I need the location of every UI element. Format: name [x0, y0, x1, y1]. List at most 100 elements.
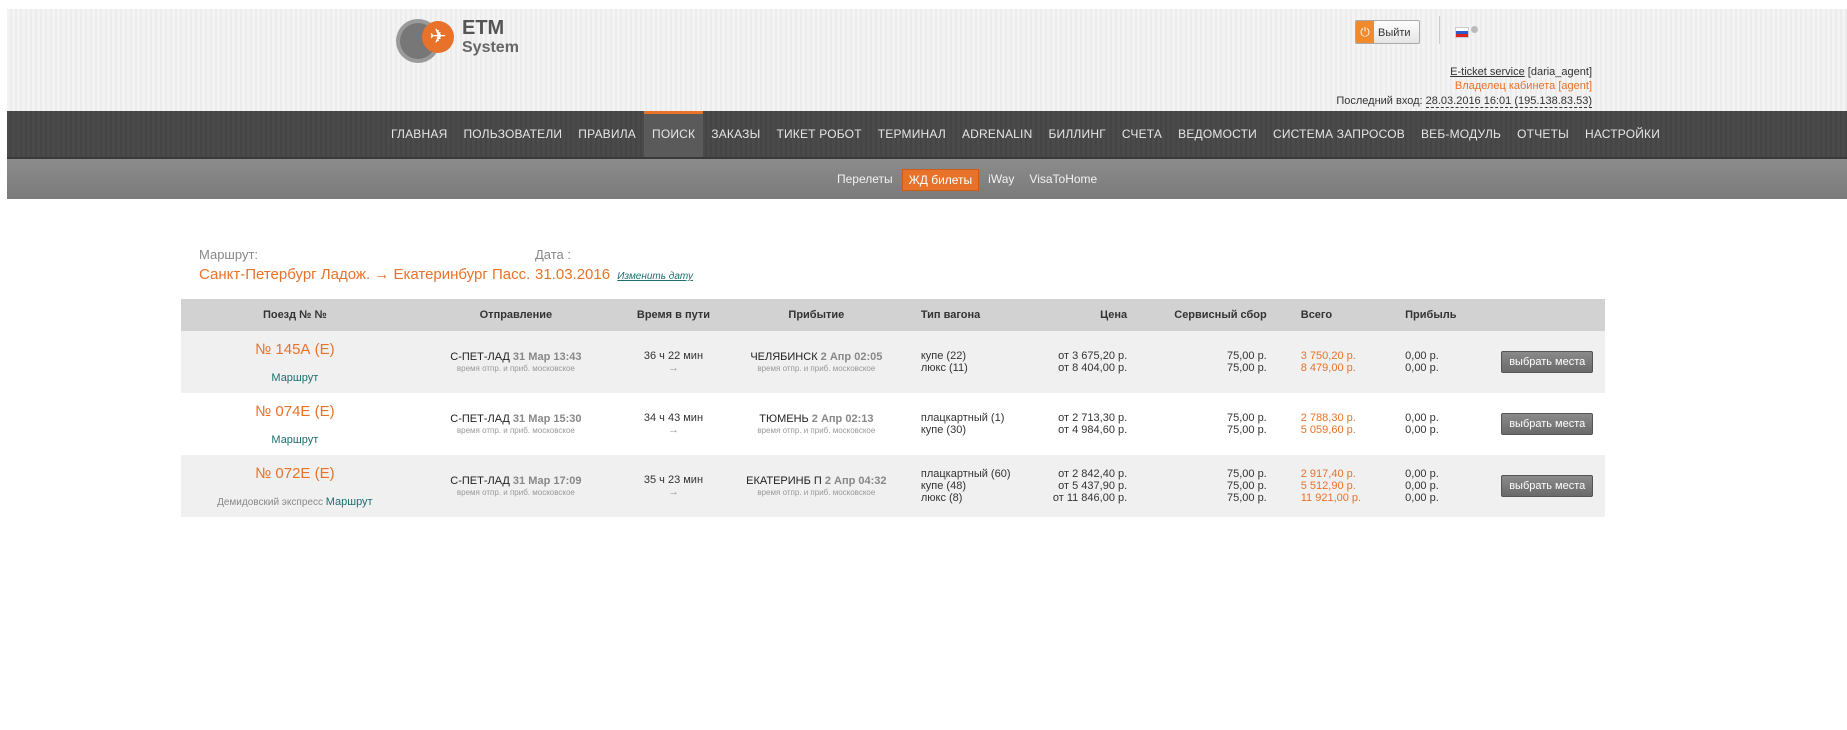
car-type: купе (30): [920, 424, 966, 436]
service-fee: 75,00 р.: [1226, 350, 1267, 362]
total: 5 512,90 р.: [1300, 480, 1356, 492]
departure-station: С-ПЕТ-ЛАД: [450, 413, 510, 425]
nav-item-8[interactable]: БИЛЛИНГ: [1040, 111, 1113, 157]
logout-label: Выйти: [1378, 27, 1411, 39]
service-fee-cell: 75,00 р. 75,00 р. 75,00 р.: [1145, 455, 1281, 517]
departure-time: 31 Мар 17:09: [512, 475, 582, 487]
main-nav-items: ГЛАВНАЯ ПОЛЬЗОВАТЕЛИ ПРАВИЛА ПОИСК ЗАКАЗЫ ТИК…: [383, 111, 1668, 157]
service-fee: 75,00 р.: [1226, 362, 1267, 374]
nav-item-12[interactable]: ВЕБ-МОДУЛЬ: [1413, 111, 1509, 157]
train-route-link[interactable]: Маршрут: [326, 496, 373, 508]
price: от 8 404,00 р.: [1058, 362, 1128, 374]
train-number[interactable]: № 145А (Е): [181, 341, 409, 358]
train-route-link[interactable]: Маршрут: [271, 434, 318, 446]
profit: 0,00 р.: [1405, 468, 1439, 480]
header: ✈ ETM System ⏻ Выйти E-ticket service [da…: [7, 9, 1847, 111]
nav-item-1[interactable]: ПОЛЬЗОВАТЕЛИ: [455, 111, 570, 157]
nav-item-11[interactable]: СИСТЕМА ЗАПРОСОВ: [1265, 111, 1413, 157]
sub-nav-items: Перелеты ЖД билеты iWay VisaToHome: [831, 169, 1106, 191]
divider: [1439, 16, 1440, 44]
user-role: Владелец кабинета [agent]: [1454, 80, 1592, 92]
nav-item-13[interactable]: ОТЧЕТЫ: [1509, 111, 1577, 157]
service-fee: 75,00 р.: [1226, 412, 1267, 424]
russian-flag-icon[interactable]: [1455, 27, 1469, 38]
departure-note: время отпр. и приб. московское: [456, 488, 575, 497]
route-value: Санкт-Петербург Ладож. → Екатеринбург Па…: [199, 266, 531, 283]
subnav-item-0[interactable]: Перелеты: [831, 169, 899, 191]
train-number[interactable]: № 072Е (Е): [181, 465, 409, 482]
price: от 4 984,60 р.: [1058, 424, 1128, 436]
departure-time: 31 Мар 15:30: [512, 413, 582, 425]
price-cell: от 2 842,40 р. от 5 437,90 р. от 11 846,00…: [1024, 455, 1146, 517]
arrival-station: ЕКАТЕРИНБ П: [746, 475, 822, 487]
service-user: [daria_agent]: [1527, 66, 1592, 78]
departure-cell: С-ПЕТ-ЛАД 31 Мар 15:30 время отпр. и приб…: [408, 393, 624, 455]
etm-logo[interactable]: ✈ ETM System: [392, 15, 522, 75]
subnav-item-3[interactable]: VisaToHome: [1023, 169, 1103, 191]
arrow-right-icon: →: [667, 362, 679, 374]
language-dot-icon[interactable]: [1471, 26, 1478, 33]
airplane-icon: ✈: [422, 21, 454, 53]
logout-button[interactable]: ⏻ Выйти: [1355, 20, 1420, 44]
duration-cell: 34 ч 43 мин →: [623, 393, 724, 455]
table-row: № 074Е (Е) Маршрут С-ПЕТ-ЛАД 31 Мар 15:30 в…: [181, 393, 1605, 455]
select-seats-button[interactable]: выбрать места: [1501, 475, 1594, 497]
page-frame: ✈ ETM System ⏻ Выйти E-ticket service [da…: [7, 9, 1847, 730]
date-value-wrap: 31.03.2016 Изменить дату: [535, 266, 693, 283]
route-info: Маршрут: Санкт-Петербург Ладож. → Екатер…: [199, 247, 530, 283]
duration-cell: 35 ч 23 мин →: [623, 455, 724, 517]
service-fee: 75,00 р.: [1226, 492, 1267, 504]
column-header-5: Цена: [1024, 299, 1146, 331]
logo-line2: System: [462, 39, 519, 56]
subnav-item-1[interactable]: ЖД билеты: [901, 169, 980, 191]
train-name: Демидовский экспресс: [217, 496, 326, 508]
arrival-time: 2 Апр 02:13: [811, 413, 874, 425]
action-cell: выбрать места: [1489, 455, 1605, 517]
departure-station: С-ПЕТ-ЛАД: [450, 351, 510, 363]
select-seats-button[interactable]: выбрать места: [1501, 351, 1594, 373]
nav-item-6[interactable]: ТЕРМИНАЛ: [870, 111, 954, 157]
arrival-note: время отпр. и приб. московское: [757, 488, 876, 497]
arrival-note: время отпр. и приб. московское: [757, 364, 876, 373]
total-cell: 3 750,20 р. 8 479,00 р.: [1280, 331, 1386, 393]
train-number[interactable]: № 074Е (Е): [181, 403, 409, 420]
arrival-cell: ЧЕЛЯБИНСК 2 Апр 02:05 время отпр. и приб.…: [723, 331, 909, 393]
column-header-9: [1489, 299, 1605, 331]
column-header-1: Отправление: [408, 299, 624, 331]
train-route-link[interactable]: Маршрут: [271, 372, 318, 384]
nav-item-5[interactable]: ТИКЕТ РОБОТ: [768, 111, 869, 157]
nav-item-0[interactable]: ГЛАВНАЯ: [383, 111, 455, 157]
nav-item-4[interactable]: ЗАКАЗЫ: [703, 111, 768, 157]
last-login: Последний вход: 28.03.2016 16:01 (195.13…: [1336, 95, 1592, 108]
select-seats-button[interactable]: выбрать места: [1501, 413, 1594, 435]
car-type: плацкартный (1): [920, 412, 1005, 424]
total: 2 788,30 р.: [1300, 412, 1356, 424]
service-line: E-ticket service [daria_agent]: [1450, 66, 1592, 78]
subnav-item-2[interactable]: iWay: [982, 169, 1020, 191]
profit-cell: 0,00 р. 0,00 р. 0,00 р.: [1385, 455, 1490, 517]
car-type-cell: плацкартный (1) купе (30): [908, 393, 1025, 455]
eticket-service-link[interactable]: E-ticket service: [1450, 66, 1525, 78]
action-cell: выбрать места: [1489, 393, 1605, 455]
profit-cell: 0,00 р. 0,00 р.: [1385, 331, 1490, 393]
nav-item-3[interactable]: ПОИСК: [644, 111, 704, 157]
table-row: № 145А (Е) Маршрут С-ПЕТ-ЛАД 31 Мар 13:43 в…: [181, 331, 1605, 393]
nav-item-7[interactable]: ADRENALIN: [954, 111, 1040, 157]
last-login-label: Последний вход:: [1336, 95, 1423, 107]
service-fee-cell: 75,00 р. 75,00 р.: [1145, 393, 1281, 455]
car-type: плацкартный (60): [920, 468, 1011, 480]
arrival-station: ЧЕЛЯБИНСК: [750, 351, 818, 363]
nav-item-9[interactable]: СЧЕТА: [1114, 111, 1170, 157]
sub-nav: Перелеты ЖД билеты iWay VisaToHome: [7, 159, 1847, 199]
car-type: купе (48): [920, 480, 966, 492]
total: 3 750,20 р.: [1300, 350, 1356, 362]
nav-item-2[interactable]: ПРАВИЛА: [570, 111, 644, 157]
action-cell: выбрать места: [1489, 331, 1605, 393]
nav-item-14[interactable]: НАСТРОЙКИ: [1577, 111, 1668, 157]
change-date-link[interactable]: Изменить дату: [617, 271, 693, 282]
column-header-7: Всего: [1280, 299, 1386, 331]
duration: 35 ч 23 мин: [643, 474, 704, 486]
nav-item-10[interactable]: ВЕДОМОСТИ: [1170, 111, 1265, 157]
departure-cell: С-ПЕТ-ЛАД 31 Мар 17:09 время отпр. и приб…: [408, 455, 624, 517]
arrival-time: 2 Апр 02:05: [820, 351, 883, 363]
